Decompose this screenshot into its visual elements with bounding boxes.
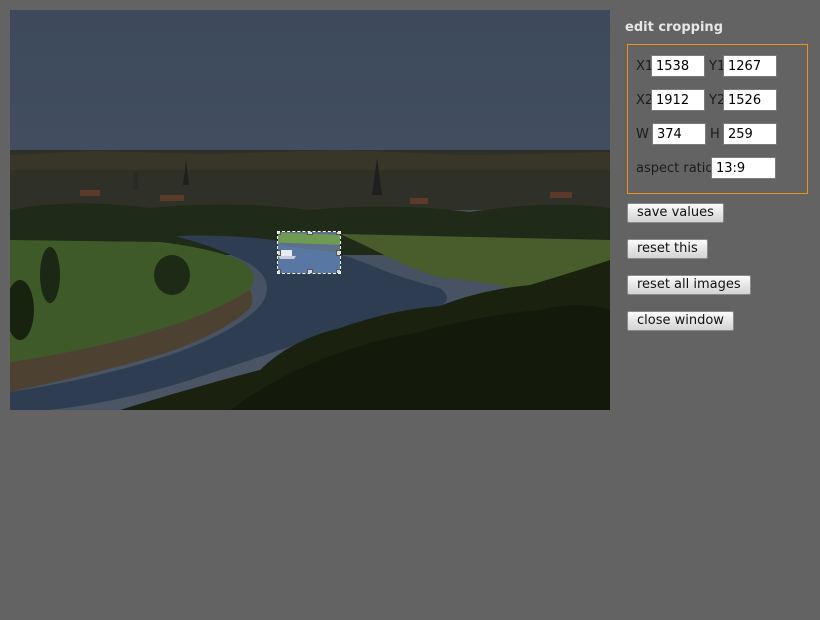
resize-handle-top-left[interactable] (278, 232, 281, 235)
close-window-button[interactable]: close window (627, 311, 734, 331)
resize-handle-top-right[interactable] (336, 232, 340, 235)
width-field[interactable] (652, 123, 706, 145)
resize-handle-bottom-left[interactable] (278, 269, 281, 273)
aspect-ratio-label: aspect ratio (636, 161, 714, 176)
height-field[interactable] (723, 123, 777, 145)
x1-field[interactable] (651, 55, 705, 77)
reset-this-button[interactable]: reset this (627, 239, 708, 259)
crop-image[interactable] (10, 10, 610, 410)
w-label: W (636, 127, 649, 142)
save-values-button[interactable]: save values (627, 203, 724, 223)
resize-handle-right[interactable] (336, 250, 340, 256)
x2-field[interactable] (651, 89, 705, 111)
y1-field[interactable] (723, 55, 777, 77)
resize-handle-bottom-right[interactable] (336, 269, 340, 273)
resize-handle-top[interactable] (307, 232, 313, 235)
aspect-ratio-field[interactable] (711, 157, 776, 179)
crop-selection-preview (278, 232, 340, 273)
crop-selection[interactable] (277, 231, 341, 274)
h-label: H (710, 127, 720, 142)
landscape-photo (10, 10, 610, 410)
y2-field[interactable] (723, 89, 777, 111)
resize-handle-left[interactable] (278, 250, 281, 256)
resize-handle-bottom[interactable] (307, 269, 313, 273)
reset-all-images-button[interactable]: reset all images (627, 275, 751, 295)
panel-title: edit cropping (625, 20, 723, 35)
